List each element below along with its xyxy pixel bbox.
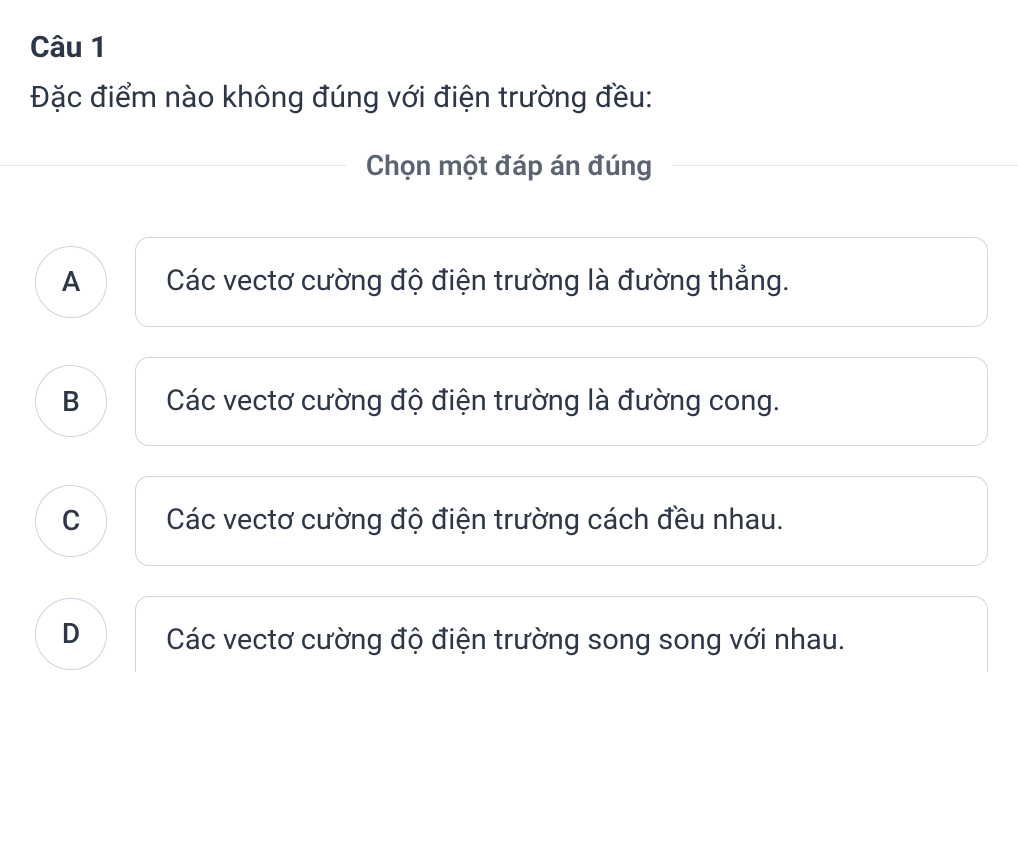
option-letter-c: C <box>35 485 107 557</box>
option-b[interactable]: B Các vectơ cường độ điện trường là đườn… <box>35 357 988 447</box>
option-text-c: Các vectơ cường độ điện trường cách đều … <box>135 476 988 566</box>
options-container: A Các vectơ cường độ điện trường là đườn… <box>30 237 988 672</box>
question-text: Đặc điểm nào không đúng với điện trường … <box>30 77 988 119</box>
divider-line-right <box>672 165 1018 166</box>
divider-line-left <box>0 165 346 166</box>
instruction-divider: Chọn một đáp án đúng <box>0 149 1018 182</box>
question-number: Câu 1 <box>30 30 988 65</box>
option-letter-b: B <box>35 365 107 437</box>
question-header: Câu 1 Đặc điểm nào không đúng với điện t… <box>30 30 988 119</box>
option-letter-d: D <box>35 598 107 670</box>
option-text-d: Các vectơ cường độ điện trường song song… <box>135 596 988 673</box>
option-c[interactable]: C Các vectơ cường độ điện trường cách đề… <box>35 476 988 566</box>
instruction-text: Chọn một đáp án đúng <box>346 149 672 182</box>
option-letter-a: A <box>35 246 107 318</box>
option-d[interactable]: D Các vectơ cường độ điện trường song so… <box>35 596 988 673</box>
option-a[interactable]: A Các vectơ cường độ điện trường là đườn… <box>35 237 988 327</box>
option-text-b: Các vectơ cường độ điện trường là đường … <box>135 357 988 447</box>
option-text-a: Các vectơ cường độ điện trường là đường … <box>135 237 988 327</box>
